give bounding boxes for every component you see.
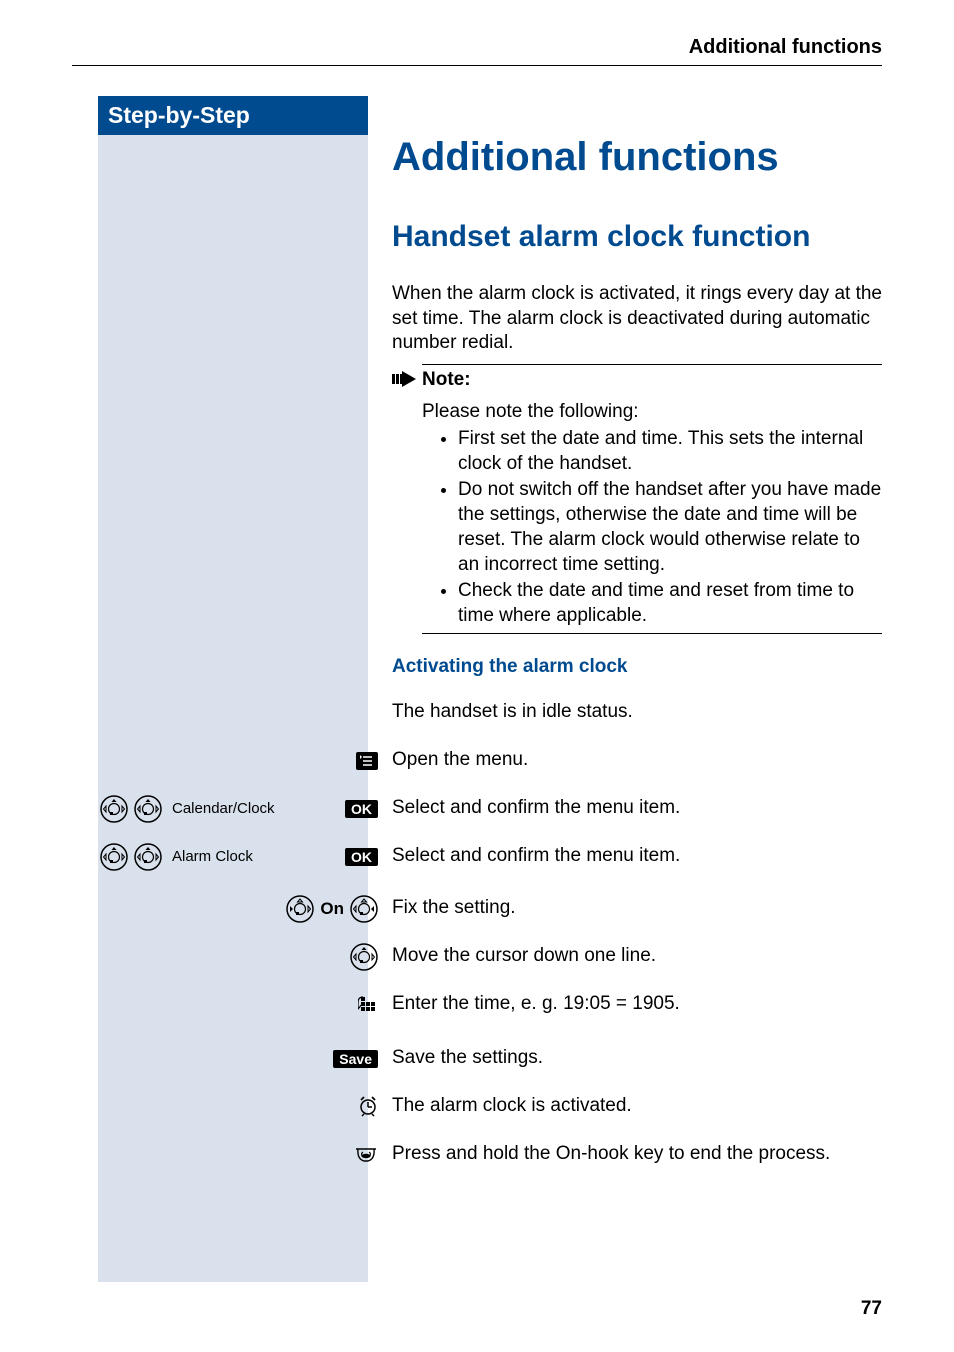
step-text: Move the cursor down one line.: [392, 944, 656, 969]
step-save: Save Save the settings.: [392, 1042, 882, 1076]
step-text: Press and hold the On-hook key to end th…: [392, 1142, 830, 1167]
step-fix: On Fix the setting.: [392, 892, 882, 926]
step-text: Fix the setting.: [392, 896, 516, 921]
navpad-right-icon: [350, 895, 378, 923]
note-list: First set the date and time. This sets t…: [422, 427, 882, 629]
step-text: Open the menu.: [392, 748, 528, 773]
step-open-menu: Open the menu.: [392, 744, 882, 778]
main-content: Additional functions Handset alarm clock…: [392, 135, 882, 1186]
menu-item-label: Calendar/Clock: [168, 800, 339, 817]
step-activated: The alarm clock is activated.: [392, 1090, 882, 1124]
note-bottom-rule: [422, 633, 882, 634]
onhook-icon: [354, 1145, 378, 1165]
page-number: 77: [861, 1298, 882, 1320]
note-block: Note: Please note the following: First s…: [392, 369, 882, 631]
navpad-left-icon: [286, 895, 314, 923]
note-item: First set the date and time. This sets t…: [458, 427, 882, 476]
step-text: The alarm clock is activated.: [392, 1094, 632, 1119]
step-idle: The handset is in idle status.: [392, 696, 882, 730]
note-lead: Please note the following:: [422, 401, 882, 423]
menu-item-label: Alarm Clock: [168, 848, 339, 865]
ok-button: OK: [345, 800, 378, 818]
alarm-icon: [358, 1096, 378, 1118]
step-cursor: Move the cursor down one line.: [392, 940, 882, 974]
step-text: Enter the time, e. g. 19:05 = 1905.: [392, 992, 680, 1017]
navpad-icon: [134, 843, 162, 871]
save-button: Save: [333, 1050, 378, 1068]
subsection-title: Activating the alarm clock: [392, 656, 882, 678]
sidebar-tab: Step-by-Step: [98, 96, 368, 135]
step-text: Select and confirm the menu item.: [392, 844, 680, 869]
navpad-icon: [350, 943, 378, 971]
note-top-rule: [422, 364, 882, 365]
note-item: Check the date and time and reset from t…: [458, 579, 882, 628]
step-calendar: Calendar/Clock OK Select and confirm the…: [392, 792, 882, 826]
keypad-icon: [358, 995, 378, 1015]
note-icon: [392, 369, 422, 631]
page-title: Additional functions: [392, 135, 882, 180]
section-title: Handset alarm clock function: [392, 220, 882, 254]
on-label: On: [320, 899, 344, 919]
step-text: The handset is in idle status.: [392, 700, 633, 725]
step-alarm: Alarm Clock OK Select and confirm the me…: [392, 840, 882, 874]
navpad-icon: [100, 795, 128, 823]
page-header: Additional functions: [72, 36, 882, 66]
step-time: Enter the time, e. g. 19:05 = 1905.: [392, 988, 882, 1022]
navpad-icon: [134, 795, 162, 823]
note-title: Note:: [422, 369, 882, 391]
intro-text: When the alarm clock is activated, it ri…: [392, 282, 882, 356]
note-item: Do not switch off the handset after you …: [458, 478, 882, 577]
step-text: Save the settings.: [392, 1046, 543, 1071]
navpad-icon: [100, 843, 128, 871]
menu-icon: [356, 752, 378, 770]
step-text: Select and confirm the menu item.: [392, 796, 680, 821]
step-hold: Press and hold the On-hook key to end th…: [392, 1138, 882, 1172]
header-section: Additional functions: [689, 36, 882, 58]
ok-button: OK: [345, 848, 378, 866]
